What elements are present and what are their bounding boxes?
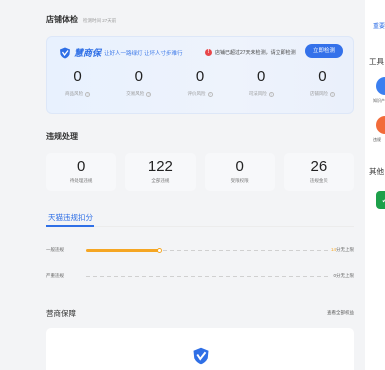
main-content: 店铺体检 检测时间 27天前 慧商保 让好人一路绿灯 让坏人寸步难行 ! 店铺已… (38, 0, 362, 370)
health-title: 店铺体检 (46, 15, 78, 24)
check-notice: ! 店铺已超过27天未检测，请立即检测 (205, 49, 296, 56)
risk-metric[interactable]: 0 交易风险? (108, 69, 169, 97)
guarantee-card (46, 328, 354, 370)
violation-value: 122 (147, 158, 173, 175)
deduction-score: 0分无上限 (333, 273, 354, 278)
shield-logo-icon (193, 347, 209, 365)
check-notice-text: 店铺已超过27天未检测，请立即检测 (215, 50, 296, 56)
help-icon[interactable]: ? (146, 91, 152, 97)
risk-metric[interactable]: 0 商品风险? (47, 69, 108, 97)
health-card: 慧商保 让好人一路绿灯 让坏人寸步难行 ! 店铺已超过27天未检测，请立即检测 … (46, 36, 354, 114)
violation-value: 26 (310, 158, 328, 175)
warning-icon: ! (205, 49, 212, 56)
risk-metric-value: 0 (134, 68, 143, 85)
deduction-row-general: 一般违规 14分无上限 (46, 246, 354, 254)
tab-active-indicator (46, 225, 94, 227)
check-now-button[interactable]: 立即检测 (305, 44, 343, 58)
risk-metric-label: 商品风险? (65, 91, 91, 97)
violation-cards: 0 待处理违规 122 全部违规 0 受限权限 26 违规金贝 (46, 153, 354, 191)
risk-metric-label: 店铺风险? (309, 91, 335, 97)
deduction-track (86, 275, 330, 277)
risk-metric[interactable]: 0 评价风险? (169, 69, 230, 97)
tools-title: 工具 (369, 57, 384, 66)
help-icon[interactable]: ? (85, 91, 91, 97)
help-icon[interactable]: ? (329, 91, 335, 97)
other-title: 其他 (369, 167, 384, 176)
side-panel: 重要 工具 知识产 违规 其他 ✓ (365, 0, 385, 370)
health-header: 店铺体检 检测时间 27天前 (46, 14, 116, 25)
deduction-score: 14分无上限 (330, 247, 354, 252)
deduction-knob (156, 247, 162, 253)
tab-tmall-deduction[interactable]: 天猫违规扣分 (48, 212, 93, 223)
deduction-label: 严重违规 (46, 273, 64, 278)
risk-metric-label: 评价风险? (187, 91, 213, 97)
risk-metrics: 0 商品风险? 0 交易风险? 0 评价风险? 0 司法风险? 0 店铺风险? (47, 69, 353, 97)
violation-label: 全部违规 (151, 178, 170, 183)
violation-card[interactable]: 122 全部违规 (125, 153, 196, 191)
violation-value: 0 (76, 158, 86, 175)
risk-metric-label: 司法风险? (248, 91, 274, 97)
risk-metric-value: 0 (257, 68, 266, 85)
risk-metric-value: 0 (318, 68, 327, 85)
guarantee-title: 营商保障 (46, 309, 76, 318)
app-icon[interactable]: ✓ (376, 191, 385, 209)
deduction-fill (86, 248, 160, 252)
view-all-rights-link[interactable]: 查看全部权益 (327, 310, 354, 316)
violation-title: 违规处理 (46, 132, 78, 141)
violation-card[interactable]: 0 待处理违规 (46, 153, 117, 191)
risk-metric-value: 0 (73, 68, 82, 85)
violation-card[interactable]: 0 受限权限 (204, 153, 275, 191)
shield-logo-icon (60, 47, 70, 58)
violation-value: 0 (235, 158, 244, 175)
violation-label: 受限权限 (230, 178, 249, 183)
brand-slogan: 让好人一路绿灯 让坏人寸步难行 (104, 51, 183, 57)
help-icon[interactable]: ? (268, 91, 274, 97)
deduction-label: 一般违规 (46, 247, 64, 252)
tool-label: 知识产 (373, 98, 385, 103)
violation-label: 待处理违规 (69, 178, 93, 183)
brand: 慧商保 (59, 46, 101, 59)
health-meta: 检测时间 27天前 (83, 18, 117, 23)
violation-card[interactable]: 26 违规金贝 (283, 153, 354, 191)
brand-name: 慧商保 (74, 48, 102, 58)
tool-icon[interactable] (376, 116, 385, 134)
violation-label: 违规金贝 (309, 178, 328, 183)
risk-metric-value: 0 (195, 68, 205, 85)
risk-metric-label: 交易风险? (126, 91, 152, 97)
deduction-row-serious: 严重违规 0分无上限 (46, 272, 354, 280)
important-tag[interactable]: 重要 (373, 21, 385, 30)
risk-metric[interactable]: 0 司法风险? (231, 69, 292, 97)
tool-label: 违规 (373, 137, 381, 142)
risk-metric[interactable]: 0 店铺风险? (292, 69, 353, 97)
help-icon[interactable]: ? (207, 91, 213, 97)
tool-icon[interactable] (376, 77, 385, 95)
